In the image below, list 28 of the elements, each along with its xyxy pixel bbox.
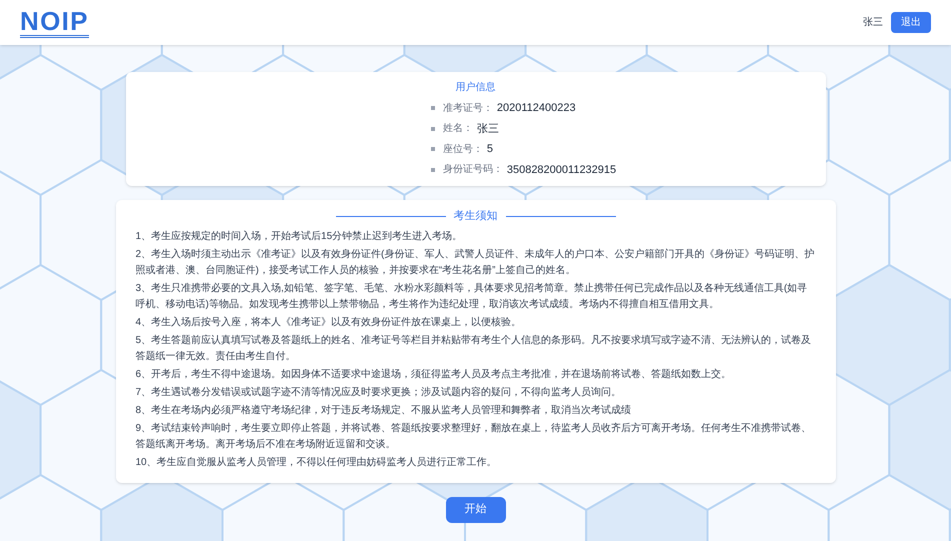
field-value: 5 xyxy=(486,142,493,157)
notice-item: 10、考生应自觉服从监考人员管理，不得以任何理由妨碍监考人员进行正常工作。 xyxy=(136,456,498,470)
notice-item: 2、考生入场时须主动出示《准考证》以及有效身份证件(身份证、军人、武警人员证件、未成年人的户口本、公安户籍部门开具的《身份证》号码证明、护照或者港、澳、台同胞证件)，接受考试工作人员的核验，并按要求在“考生花名册”上签自己的姓名。 xyxy=(136,248,816,278)
field-value: 2020112400223 xyxy=(496,101,576,116)
bullet-icon xyxy=(430,106,435,110)
logout-button[interactable]: 退出 xyxy=(891,12,931,33)
notice-item: 6、开考后，考生不得中途退场。如因身体不适要求中途退场，须征得监考人员及考点主考批准，并在退场前将试卷、答题纸如数上交。 xyxy=(136,368,732,382)
user-name: 张三 xyxy=(863,16,883,30)
notice-item: 1、考生应按规定的时间入场，开始考试后15分钟禁止迟到考生进入考场。 xyxy=(136,230,464,244)
logo: NOIP xyxy=(20,8,89,38)
card-title: 用户信息 xyxy=(456,80,496,95)
bullet-icon xyxy=(430,168,435,172)
notice-item: 4、考生入场后按号入座，将本人《准考证》以及有效身份证件放在课桌上，以便核验。 xyxy=(136,316,522,330)
notice-item: 3、考生只准携带必要的文具入场,如铅笔、签字笔、毛笔、水粉水彩颜料等，具体要求见招考简章。禁止携带任何已完成作品以及各种无线通信工具(如寻呼机、移动电话)等物品。如发现考生携带以上禁带物品，考生将作为违纪处理，取消该次考试成绩。考场内不得擅自相互借用文具。 xyxy=(136,282,808,312)
notice-item: 8、考生在考场内必须严格遵守考场纪律，对于违反考场规定、不服从监考人员管理和舞弊者，取消当次考试成绩 xyxy=(136,404,632,418)
field-value: 张三 xyxy=(476,122,499,136)
notice-item: 5、考生答题前应认真填写试卷及答题纸上的姓名、准考证号等栏目并粘贴带有考生个人信息的条形码。凡不按要求填写或字迹不清、无法辨认的，试卷及答题纸一律无效。责任由考生自付。 xyxy=(136,334,812,364)
bullet-icon xyxy=(430,126,435,131)
field-label: 姓名： xyxy=(442,122,473,136)
field-label: 座位号： xyxy=(442,142,483,157)
field-label: 准考证号： xyxy=(442,102,493,116)
notice-item: 9、考试结束铃声响时，考生要立即停止答题，并将试卷、答题纸按要求整理好，翻放在桌上，待监考人员收齐后方可离开考场。任何考生不准携带试卷、答题纸离开考场。离开考场后不准在考场附近逗留和交谈。 xyxy=(136,422,812,452)
bullet-icon xyxy=(430,147,435,152)
start-button[interactable]: 开始 xyxy=(446,496,506,522)
card-title: 考生须知 xyxy=(454,209,498,224)
field-value: 350828200011232915 xyxy=(506,162,616,178)
notice-item: 7、考生遇试卷分发错误或试题字迹不清等情况应及时要求更换；涉及试题内容的疑问，不得向监考人员询问。 xyxy=(136,386,622,400)
field-label: 身份证号码： xyxy=(442,163,503,178)
